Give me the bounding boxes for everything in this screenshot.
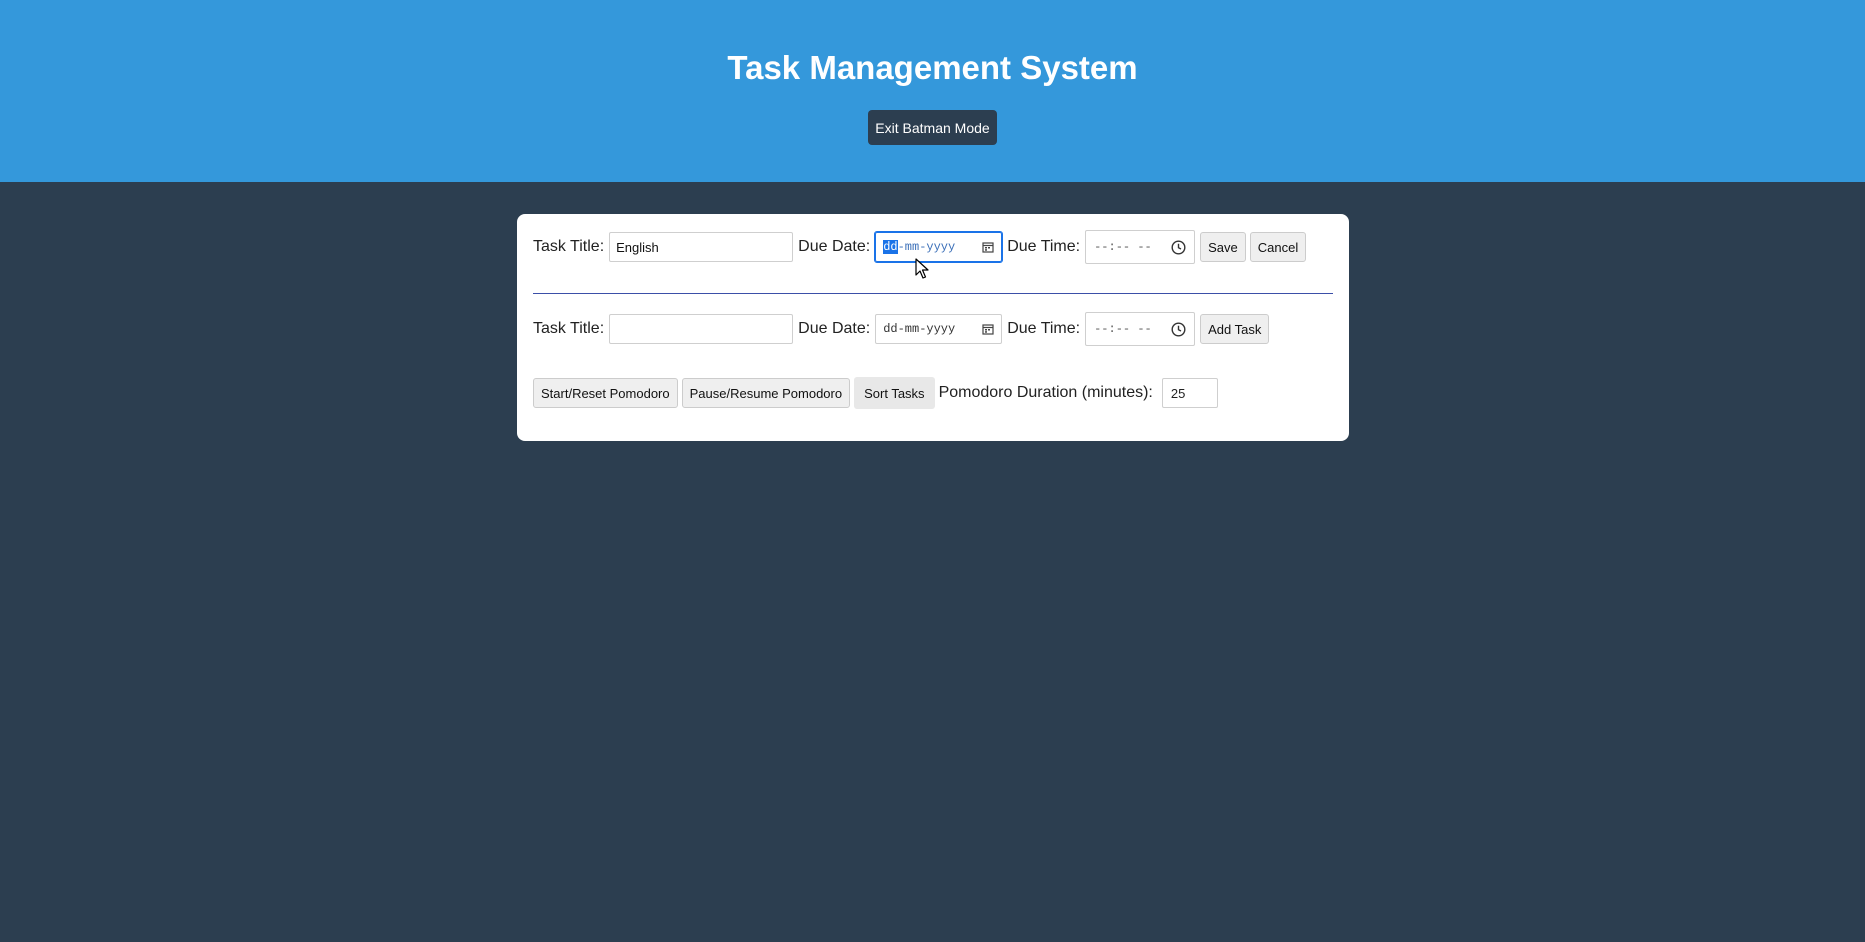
edit-time-input[interactable]: --:-- -- <box>1085 230 1196 264</box>
edit-time-placeholder: --:-- -- <box>1094 240 1152 254</box>
edit-title-label: Task Title: <box>533 238 605 255</box>
save-button[interactable]: Save <box>1200 232 1246 262</box>
calendar-icon[interactable] <box>982 323 994 335</box>
pomodoro-duration-value: 25 <box>1170 385 1186 401</box>
edit-title-value: English <box>616 239 659 255</box>
add-time-input[interactable]: --:-- -- <box>1085 312 1196 346</box>
exit-batman-mode-button[interactable]: Exit Batman Mode <box>868 110 997 145</box>
date-day-segment[interactable]: dd <box>883 240 898 254</box>
edit-date-value: dd-mm-yyyy <box>883 240 955 254</box>
edit-date-label: Due Date: <box>798 238 871 255</box>
date-year-segment[interactable]: yyyy <box>926 240 955 254</box>
sort-tasks-button[interactable]: Sort Tasks <box>854 377 935 409</box>
add-title-input[interactable] <box>609 314 794 344</box>
add-date-input[interactable]: dd-mm-yyyy <box>875 314 1003 344</box>
page-header: Task Management System Exit Batman Mode <box>0 0 1865 182</box>
edit-title-input[interactable]: English <box>609 232 794 262</box>
add-date-label: Due Date: <box>798 320 871 337</box>
add-title-label: Task Title: <box>533 320 605 337</box>
add-time-placeholder: --:-- -- <box>1094 322 1152 336</box>
add-task-button[interactable]: Add Task <box>1200 314 1270 344</box>
pomodoro-controls: Start/Reset Pomodoro Pause/Resume Pomodo… <box>533 377 1218 409</box>
pomodoro-duration-label: Pomodoro Duration (minutes): <box>938 384 1153 401</box>
clock-icon[interactable] <box>1171 239 1186 255</box>
edit-date-input[interactable]: dd-mm-yyyy <box>874 231 1004 263</box>
add-time-label: Due Time: <box>1007 320 1081 337</box>
add-date-placeholder: dd-mm-yyyy <box>883 322 956 336</box>
task-card: Task Title: English Due Date: dd-mm-yyyy… <box>517 214 1349 441</box>
pause-resume-pomodoro-button[interactable]: Pause/Resume Pomodoro <box>681 378 851 408</box>
clock-icon[interactable] <box>1171 321 1186 337</box>
calendar-icon[interactable] <box>982 241 994 253</box>
mouse-pointer-icon <box>915 258 929 285</box>
page-title: Task Management System <box>727 49 1138 86</box>
pomodoro-duration-input[interactable]: 25 <box>1161 378 1218 408</box>
add-task-form: Task Title: Due Date: dd-mm-yyyy Due Tim… <box>533 312 1273 346</box>
date-separator: - <box>897 240 905 254</box>
start-reset-pomodoro-button[interactable]: Start/Reset Pomodoro <box>533 378 678 408</box>
cancel-button[interactable]: Cancel <box>1249 232 1307 262</box>
date-month-segment[interactable]: mm <box>905 240 919 254</box>
edit-time-label: Due Time: <box>1007 238 1081 255</box>
form-divider <box>533 293 1333 294</box>
